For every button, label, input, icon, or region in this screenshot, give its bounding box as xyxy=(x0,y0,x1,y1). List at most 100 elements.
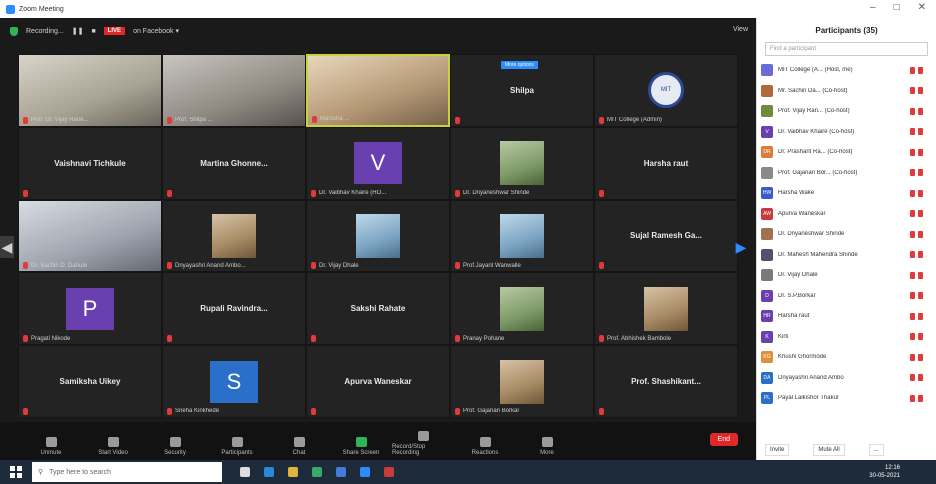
video-tile[interactable]: Dnyayashri Anand Ambo... xyxy=(162,199,306,273)
video-tile[interactable]: Manisha ... xyxy=(306,54,450,127)
video-tile[interactable]: Prof. Shashikant... xyxy=(594,345,738,418)
app-icon[interactable] xyxy=(384,467,394,477)
video-tile[interactable]: Shilpa More options xyxy=(450,54,594,127)
muted-mic-icon[interactable] xyxy=(910,333,915,341)
video-tile[interactable]: Prof. Abhishek Bambole xyxy=(594,272,738,346)
more-options-badge[interactable]: More options xyxy=(501,61,538,69)
video-tile[interactable]: MIT MIT College (Admin) xyxy=(594,54,738,127)
previous-page-arrow-icon[interactable]: ◀ xyxy=(0,236,14,258)
toolbar-more-button[interactable]: More xyxy=(516,437,578,456)
toolbar-start-video-button[interactable]: Start Video xyxy=(82,437,144,456)
video-off-icon[interactable] xyxy=(918,169,923,177)
video-off-icon[interactable] xyxy=(918,128,923,136)
video-tile[interactable]: Prof.Jayant Wanwalle xyxy=(450,199,594,273)
video-tile[interactable]: S Sneha Kinkhede xyxy=(162,345,306,418)
invite-button[interactable]: Invite xyxy=(765,444,790,456)
muted-mic-icon[interactable] xyxy=(910,210,915,218)
edge-icon[interactable] xyxy=(264,467,274,477)
participant-row[interactable]: Prof. Vijay Ran... (Co-host) xyxy=(761,101,932,122)
video-off-icon[interactable] xyxy=(918,333,923,341)
muted-mic-icon[interactable] xyxy=(910,189,915,197)
recording-indicator[interactable]: Recording... xyxy=(26,28,64,35)
video-tile[interactable]: Dr. Dnyaneshwar Shinde xyxy=(450,126,594,200)
participant-row[interactable]: PL Payal Lalkishor Thakur xyxy=(761,388,932,409)
participant-row[interactable]: Dr. Vijay Dhale xyxy=(761,265,932,286)
store-icon[interactable] xyxy=(336,467,346,477)
video-off-icon[interactable] xyxy=(918,230,923,238)
security-shield-icon[interactable] xyxy=(10,26,18,36)
video-tile[interactable]: Sujal Ramesh Ga... xyxy=(594,199,738,273)
next-page-arrow-icon[interactable]: ▶ xyxy=(734,236,748,258)
muted-mic-icon[interactable] xyxy=(910,230,915,238)
video-off-icon[interactable] xyxy=(918,292,923,300)
mute-all-button[interactable]: Mute All xyxy=(813,444,845,456)
muted-mic-icon[interactable] xyxy=(910,292,915,300)
toolbar-security-button[interactable]: Security xyxy=(144,437,206,456)
video-off-icon[interactable] xyxy=(918,271,923,279)
video-off-icon[interactable] xyxy=(918,148,923,156)
participant-row[interactable]: D Dr. S.P.Borkar xyxy=(761,286,932,307)
video-tile[interactable]: Dr. Sachin D. Dahule xyxy=(18,199,162,273)
muted-mic-icon[interactable] xyxy=(910,353,915,361)
file-explorer-icon[interactable] xyxy=(288,467,298,477)
muted-mic-icon[interactable] xyxy=(910,107,915,115)
video-off-icon[interactable] xyxy=(918,353,923,361)
video-tile[interactable]: Vaishnavi Tichkule xyxy=(18,126,162,200)
video-tile[interactable]: Prof. Shilpa ... xyxy=(162,54,306,127)
maximize-button[interactable]: □ xyxy=(894,2,900,13)
muted-mic-icon[interactable] xyxy=(910,169,915,177)
participant-row[interactable]: DA Dnyayashri Anand Ambo xyxy=(761,368,932,389)
video-tile[interactable]: V Dr. Vaibhav Khaire (HO... xyxy=(306,126,450,200)
participant-row[interactable]: MIT College (A... (Host, me) xyxy=(761,60,932,81)
more-options-button[interactable]: ... xyxy=(868,444,884,456)
participant-search-input[interactable]: Find a participant xyxy=(765,42,928,56)
muted-mic-icon[interactable] xyxy=(910,394,915,402)
toolbar-chat-button[interactable]: Chat xyxy=(268,437,330,456)
participant-row[interactable]: Dr. Dnyaneshwar Shinde xyxy=(761,224,932,245)
live-stream-target[interactable]: on Facebook ▾ xyxy=(133,27,179,35)
participant-row[interactable]: K Kirti xyxy=(761,327,932,348)
video-tile[interactable]: Prof. Gajanan Borkar xyxy=(450,345,594,418)
video-off-icon[interactable] xyxy=(918,87,923,95)
video-tile[interactable]: Martina Ghonne... xyxy=(162,126,306,200)
video-off-icon[interactable] xyxy=(918,374,923,382)
muted-mic-icon[interactable] xyxy=(910,66,915,74)
participant-row[interactable]: Dr. Mahesh Mahendra Shinde xyxy=(761,245,932,266)
windows-start-icon[interactable] xyxy=(10,466,22,478)
participant-row[interactable]: Mr. Sachin Da... (Co-host) xyxy=(761,81,932,102)
muted-mic-icon[interactable] xyxy=(910,148,915,156)
stop-icon[interactable]: ■ xyxy=(91,28,95,35)
video-off-icon[interactable] xyxy=(918,210,923,218)
close-button[interactable]: ✕ xyxy=(918,2,926,13)
video-off-icon[interactable] xyxy=(918,189,923,197)
muted-mic-icon[interactable] xyxy=(910,312,915,320)
video-tile[interactable]: Prof. Dr. Vijay Rane... xyxy=(18,54,162,127)
taskbar-clock[interactable]: 12:16 30-05-2021 xyxy=(869,464,900,480)
toolbar-unmute-button[interactable]: Unmute xyxy=(20,437,82,456)
video-tile[interactable]: Dr. Vijay Dhale xyxy=(306,199,450,273)
muted-mic-icon[interactable] xyxy=(910,87,915,95)
minimize-button[interactable]: – xyxy=(870,2,876,13)
view-button[interactable]: View xyxy=(733,26,748,33)
participant-row[interactable]: Prof. Gajanan Bor... (Co-host) xyxy=(761,163,932,184)
end-meeting-button[interactable]: End xyxy=(709,433,738,446)
video-tile[interactable]: Harsha raut xyxy=(594,126,738,200)
video-tile[interactable]: Samiksha Uikey xyxy=(18,345,162,418)
muted-mic-icon[interactable] xyxy=(910,374,915,382)
pause-icon[interactable]: ❚❚ xyxy=(72,27,84,35)
toolbar-reactions-button[interactable]: Reactions xyxy=(454,437,516,456)
participant-row[interactable]: AW Apurva Waneskar xyxy=(761,204,932,225)
zoom-taskbar-icon[interactable] xyxy=(360,467,370,477)
task-view-icon[interactable] xyxy=(240,467,250,477)
toolbar-participants-button[interactable]: Participants xyxy=(206,437,268,456)
video-off-icon[interactable] xyxy=(918,66,923,74)
video-off-icon[interactable] xyxy=(918,107,923,115)
taskbar-search-input[interactable]: ⚲ Type here to search xyxy=(32,462,222,482)
video-tile[interactable]: Rupali Ravindra... xyxy=(162,272,306,346)
muted-mic-icon[interactable] xyxy=(910,128,915,136)
toolbar-record-stop-recording-button[interactable]: Record/Stop Recording xyxy=(392,431,454,456)
participant-row[interactable]: V Dr. Vaibhav Khaire (Co-host) xyxy=(761,122,932,143)
video-off-icon[interactable] xyxy=(918,394,923,402)
video-tile[interactable]: P Pragati Nikode xyxy=(18,272,162,346)
video-off-icon[interactable] xyxy=(918,251,923,259)
